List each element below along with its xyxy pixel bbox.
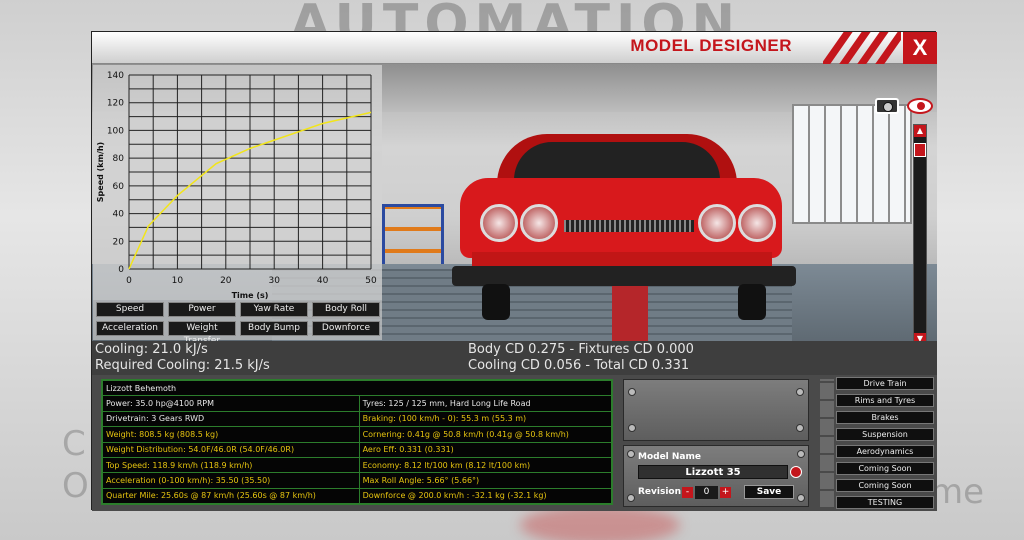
stat-downforce: Downforce @ 200.0 km/h : -32.1 kg (-32.1… xyxy=(358,487,613,505)
headlight-icon xyxy=(698,204,736,242)
car-bumper xyxy=(452,266,796,286)
stat-quarter-mile: Quarter Mile: 25.60s @ 87 km/h (25.60s @… xyxy=(102,487,360,505)
stat-braking: Braking: (100 km/h - 0): 55.3 m (55.3 m) xyxy=(358,410,613,428)
performance-graph: 0 20 40 60 80 100 120 140 0 10 20 30 40 50 Time (s) Spe… xyxy=(93,65,382,300)
graph-button-speed[interactable]: Speed xyxy=(96,302,164,317)
save-button[interactable]: Save xyxy=(744,485,794,499)
y-tick-label: 60 xyxy=(113,182,125,192)
background-text-3: me xyxy=(929,472,984,512)
car-lift-stand xyxy=(612,286,648,341)
scroll-thumb[interactable] xyxy=(914,143,926,157)
stat-tyres: Tyres: 125 / 125 mm, Hard Long Life Road xyxy=(358,395,613,412)
menu-item-coming-soon-1[interactable]: Coming Soon xyxy=(836,462,934,475)
graph-button-power[interactable]: Power xyxy=(168,302,236,317)
aero-cooling-info: Cooling: 21.0 kJ/s Required Cooling: 21.… xyxy=(92,341,937,375)
graph-button-acceleration[interactable]: Acceleration xyxy=(96,321,164,336)
y-tick-label: 120 xyxy=(107,99,124,109)
zoom-scrollbar[interactable]: ▲ ▼ xyxy=(913,124,927,341)
stats-table: Lizzott Behemoth Power: 35.0 hp@4100 RPM… xyxy=(101,379,613,505)
revision-decrement-button[interactable]: - xyxy=(682,487,693,498)
stat-aero-eff: Aero Eff: 0.331 (0.331) xyxy=(358,441,613,458)
x-tick-label: 30 xyxy=(268,276,280,286)
preview-plate xyxy=(623,379,809,441)
stats-model-name: Lizzott Behemoth xyxy=(102,379,612,397)
x-axis-label: Time (s) xyxy=(232,291,269,300)
stat-acceleration: Acceleration (0-100 km/h): 35.50 (35.50) xyxy=(102,472,360,489)
bottom-panel: Lizzott Behemoth Power: 35.0 hp@4100 RPM… xyxy=(92,375,937,511)
background-text-2: O xyxy=(62,466,89,506)
background-text-1: C xyxy=(62,424,86,464)
menu-item-aerodynamics[interactable]: Aerodynamics xyxy=(836,445,934,458)
scroll-up-icon[interactable]: ▲ xyxy=(914,125,926,137)
designer-side-menu: Drive Train Rims and Tyres Brakes Suspen… xyxy=(836,377,934,509)
title-stripes-decoration xyxy=(823,32,901,64)
menu-item-suspension[interactable]: Suspension xyxy=(836,428,934,441)
car-grille xyxy=(564,220,694,232)
stat-top-speed: Top Speed: 118.9 km/h (118.9 km/h) xyxy=(102,456,360,474)
stat-weight-distribution: Weight Distribution: 54.0F/46.0R (54.0F/… xyxy=(102,441,360,458)
y-tick-label: 0 xyxy=(118,265,124,275)
menu-item-coming-soon-2[interactable]: Coming Soon xyxy=(836,479,934,492)
total-cd-text: Cooling CD 0.056 - Total CD 0.331 xyxy=(468,358,690,373)
x-tick-label: 50 xyxy=(365,276,377,286)
y-axis-label: Speed (km/h) xyxy=(96,142,105,202)
menu-item-brakes[interactable]: Brakes xyxy=(836,411,934,424)
menu-item-drive-train[interactable]: Drive Train xyxy=(836,377,934,390)
cooling-text: Cooling: 21.0 kJ/s xyxy=(95,342,208,357)
graph-button-body-roll[interactable]: Body Roll xyxy=(312,302,380,317)
car-model xyxy=(452,134,796,341)
graph-button-body-bump[interactable]: Body Bump xyxy=(240,321,308,336)
x-tick-label: 10 xyxy=(172,276,184,286)
x-tick-label: 20 xyxy=(220,276,232,286)
revision-label: Revision xyxy=(638,487,682,497)
window-title: MODEL DESIGNER xyxy=(630,36,792,55)
title-bar: MODEL DESIGNER X xyxy=(92,32,937,64)
x-tick-label: 40 xyxy=(317,276,329,286)
body-cd-text: Body CD 0.275 - Fixtures CD 0.000 xyxy=(468,342,694,357)
revision-increment-button[interactable]: + xyxy=(720,487,731,498)
headlight-icon xyxy=(480,204,518,242)
stat-cornering: Cornering: 0.41g @ 50.8 km/h (0.41g @ 50… xyxy=(358,426,613,443)
graph-button-downforce[interactable]: Downforce xyxy=(312,321,380,336)
graph-button-yaw-rate[interactable]: Yaw Rate xyxy=(240,302,308,317)
y-tick-label: 20 xyxy=(113,237,125,247)
stat-max-roll-angle: Max Roll Angle: 5.66° (5.66°) xyxy=(358,472,613,489)
model-designer-window: MODEL DESIGNER X ▲ ▼ 0 20 40 60 80 100 1… xyxy=(91,31,937,511)
eye-icon[interactable] xyxy=(907,98,933,114)
revision-value: 0 xyxy=(695,486,718,499)
stat-drivetrain: Drivetrain: 3 Gears RWD xyxy=(102,410,360,428)
y-tick-label: 40 xyxy=(113,210,125,220)
headlight-icon xyxy=(520,204,558,242)
menu-item-testing[interactable]: TESTING xyxy=(836,496,934,509)
menu-item-rims-and-tyres[interactable]: Rims and Tyres xyxy=(836,394,934,407)
model-name-field[interactable]: Lizzott 35 xyxy=(638,465,788,479)
graph-selector: Speed Power Yaw Rate Body Roll Accelerat… xyxy=(93,300,382,346)
model-name-label: Model Name xyxy=(638,452,701,462)
stat-weight: Weight: 808.5 kg (808.5 kg) xyxy=(102,426,360,443)
scroll-down-icon[interactable]: ▼ xyxy=(914,333,926,341)
y-tick-label: 100 xyxy=(107,126,124,136)
required-cooling-text: Required Cooling: 21.5 kJ/s xyxy=(95,358,270,373)
graph-button-weight-transfer[interactable]: Weight Transfer xyxy=(168,321,236,346)
x-tick-label: 0 xyxy=(126,276,132,286)
y-tick-label: 80 xyxy=(113,154,125,164)
stat-economy: Economy: 8.12 lt/100 km (8.12 lt/100 km) xyxy=(358,456,613,474)
headlight-icon xyxy=(738,204,776,242)
model-name-panel: Model Name Lizzott 35 Revision - 0 + Sav… xyxy=(623,445,809,507)
close-button[interactable]: X xyxy=(903,32,937,64)
model-name-edit-icon[interactable] xyxy=(790,466,802,478)
stat-power: Power: 35.0 hp@4100 RPM xyxy=(102,395,360,412)
y-tick-label: 140 xyxy=(107,71,124,81)
camera-icon[interactable] xyxy=(875,98,899,114)
side-menu-divider xyxy=(820,379,834,507)
graph-svg: 0 20 40 60 80 100 120 140 0 10 20 30 40 50 Time (s) Spe… xyxy=(96,71,377,300)
garage-window xyxy=(792,104,912,224)
